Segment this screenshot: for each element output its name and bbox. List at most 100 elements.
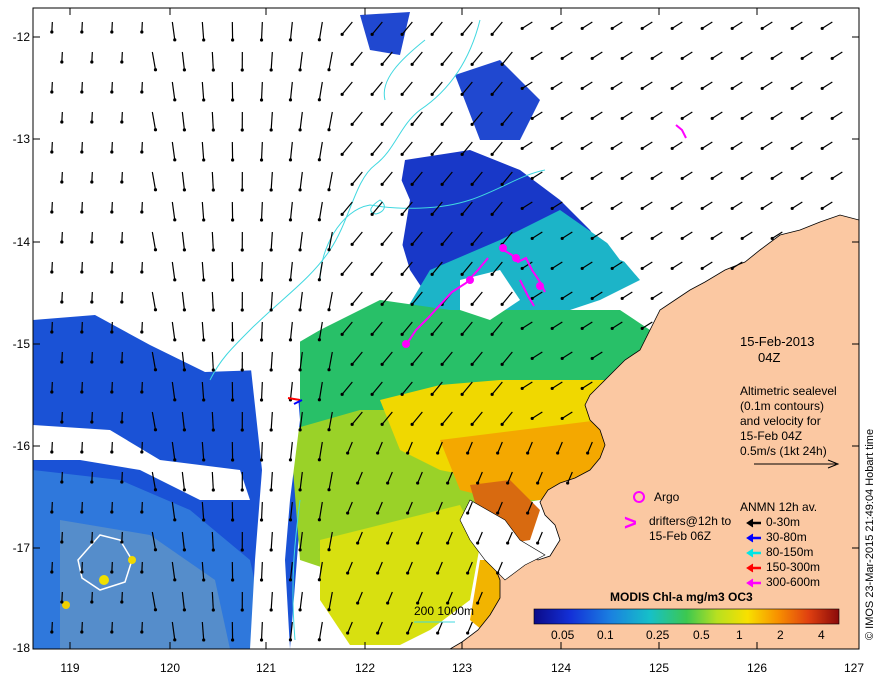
colorbar-tick: 0.5: [693, 628, 710, 642]
velocity-arrow-head: [120, 300, 124, 304]
velocity-arrow-head: [560, 416, 564, 421]
velocity-arrow-head: [470, 242, 474, 246]
velocity-arrow-head: [259, 218, 264, 222]
velocity-arrow-head: [259, 278, 264, 282]
velocity-arrow-head: [153, 248, 158, 252]
velocity-arrow-head: [490, 332, 494, 336]
velocity-arrow-head: [240, 488, 244, 492]
velocity-arrow-head: [120, 420, 124, 424]
velocity-arrow-head: [730, 146, 734, 151]
velocity-arrow-head: [298, 608, 302, 612]
velocity-arrow-head: [530, 176, 534, 181]
velocity-arrow-head: [640, 26, 644, 31]
velocity-arrow-head: [298, 128, 302, 132]
velocity-arrow: [260, 501, 263, 521]
velocity-arrow-head: [120, 600, 124, 604]
velocity-arrow-head: [202, 158, 206, 162]
lon-label: 119: [60, 661, 80, 675]
velocity-arrow-head: [90, 240, 94, 244]
velocity-arrow-head: [90, 120, 94, 124]
velocity-arrow-head: [240, 608, 244, 612]
velocity-arrow-head: [356, 601, 360, 605]
velocity-arrow-head: [376, 451, 380, 455]
velocity-arrow-head: [327, 488, 331, 492]
velocity-arrow-head: [370, 92, 374, 96]
anmn-entry-label: 80-150m: [766, 545, 814, 559]
velocity-arrow-head: [80, 330, 84, 334]
velocity-arrow-head: [298, 368, 302, 372]
velocity-arrow-head: [446, 481, 450, 485]
velocity-arrow-head: [153, 128, 158, 132]
velocity-arrow-head: [476, 601, 480, 605]
velocity-arrow-head: [259, 98, 264, 102]
velocity-arrow-head: [640, 206, 644, 211]
velocity-arrow-head: [800, 116, 804, 121]
velocity-arrow-head: [520, 146, 524, 151]
velocity-arrow-head: [110, 90, 114, 94]
velocity-arrow-head: [317, 458, 321, 462]
velocity-arrow-head: [211, 368, 215, 372]
velocity-arrow-head: [120, 540, 124, 544]
velocity-arrow-head: [730, 26, 734, 31]
velocity-arrow-head: [240, 248, 244, 252]
velocity-arrow-head: [590, 116, 594, 121]
velocity-arrow-head: [182, 248, 187, 252]
velocity-arrow-head: [406, 631, 410, 635]
velocity-arrow-head: [173, 578, 177, 582]
velocity-arrow-head: [356, 541, 360, 545]
velocity-arrow-head: [240, 68, 244, 72]
scale-arrow-icon: [754, 459, 840, 469]
velocity-arrow-head: [400, 272, 404, 276]
velocity-arrow-head: [800, 176, 804, 181]
velocity-arrow-head: [120, 120, 124, 124]
velocity-arrow-head: [288, 218, 293, 222]
velocity-arrow-head: [288, 278, 293, 282]
velocity-arrow-head: [490, 272, 494, 276]
velocity-arrow-head: [340, 92, 344, 96]
velocity-arrow-head: [140, 30, 144, 34]
velocity-arrow-head: [60, 600, 64, 604]
velocity-arrow: [260, 261, 263, 281]
velocity-arrow-head: [90, 420, 94, 424]
velocity-arrow-head: [470, 182, 474, 186]
velocity-arrow-head: [90, 60, 94, 64]
lat-label: -14: [12, 235, 30, 249]
velocity-arrow-head: [410, 362, 414, 366]
velocity-arrow-head: [460, 332, 464, 336]
colorbar-title: MODIS Chl-a mg/m3 OC3: [610, 590, 753, 604]
colorbar-tick: 1: [736, 628, 743, 642]
lat-label: -12: [12, 30, 30, 44]
velocity-arrow-head: [140, 510, 144, 514]
velocity-arrow-head: [710, 56, 714, 61]
velocity-arrow-head: [670, 26, 674, 31]
colorbar-tick: 0.1: [597, 628, 614, 642]
velocity-arrow-head: [460, 272, 464, 276]
velocity-arrow-head: [436, 451, 440, 455]
velocity-arrow-head: [830, 176, 834, 181]
velocity-arrow-head: [140, 90, 144, 94]
velocity-arrow-head: [410, 122, 414, 126]
lon-label: 120: [159, 661, 181, 675]
velocity-arrow-head: [350, 362, 354, 366]
velocity-arrow-head: [50, 570, 54, 574]
velocity-arrow-head: [269, 548, 273, 552]
velocity-arrow-head: [60, 420, 64, 424]
velocity-arrow-head: [60, 60, 64, 64]
lon-label: 124: [550, 661, 572, 675]
lat-label: -17: [12, 541, 30, 555]
velocity-arrow-head: [680, 236, 684, 241]
velocity-arrow-head: [500, 122, 504, 126]
velocity-arrow-head: [376, 571, 380, 575]
velocity-arrow-head: [202, 278, 206, 282]
velocity-arrow-head: [317, 638, 321, 642]
velocity-arrow-head: [202, 38, 206, 42]
map-time: 04Z: [758, 350, 781, 365]
velocity-arrow-head: [346, 631, 350, 635]
velocity-arrow: [260, 141, 263, 161]
velocity-arrow-head: [350, 182, 354, 186]
velocity-arrow-head: [298, 68, 302, 72]
velocity-arrow-head: [182, 128, 187, 132]
velocity-arrow-head: [173, 218, 177, 222]
velocity-arrow-head: [317, 218, 321, 222]
velocity-arrow-head: [500, 422, 504, 426]
